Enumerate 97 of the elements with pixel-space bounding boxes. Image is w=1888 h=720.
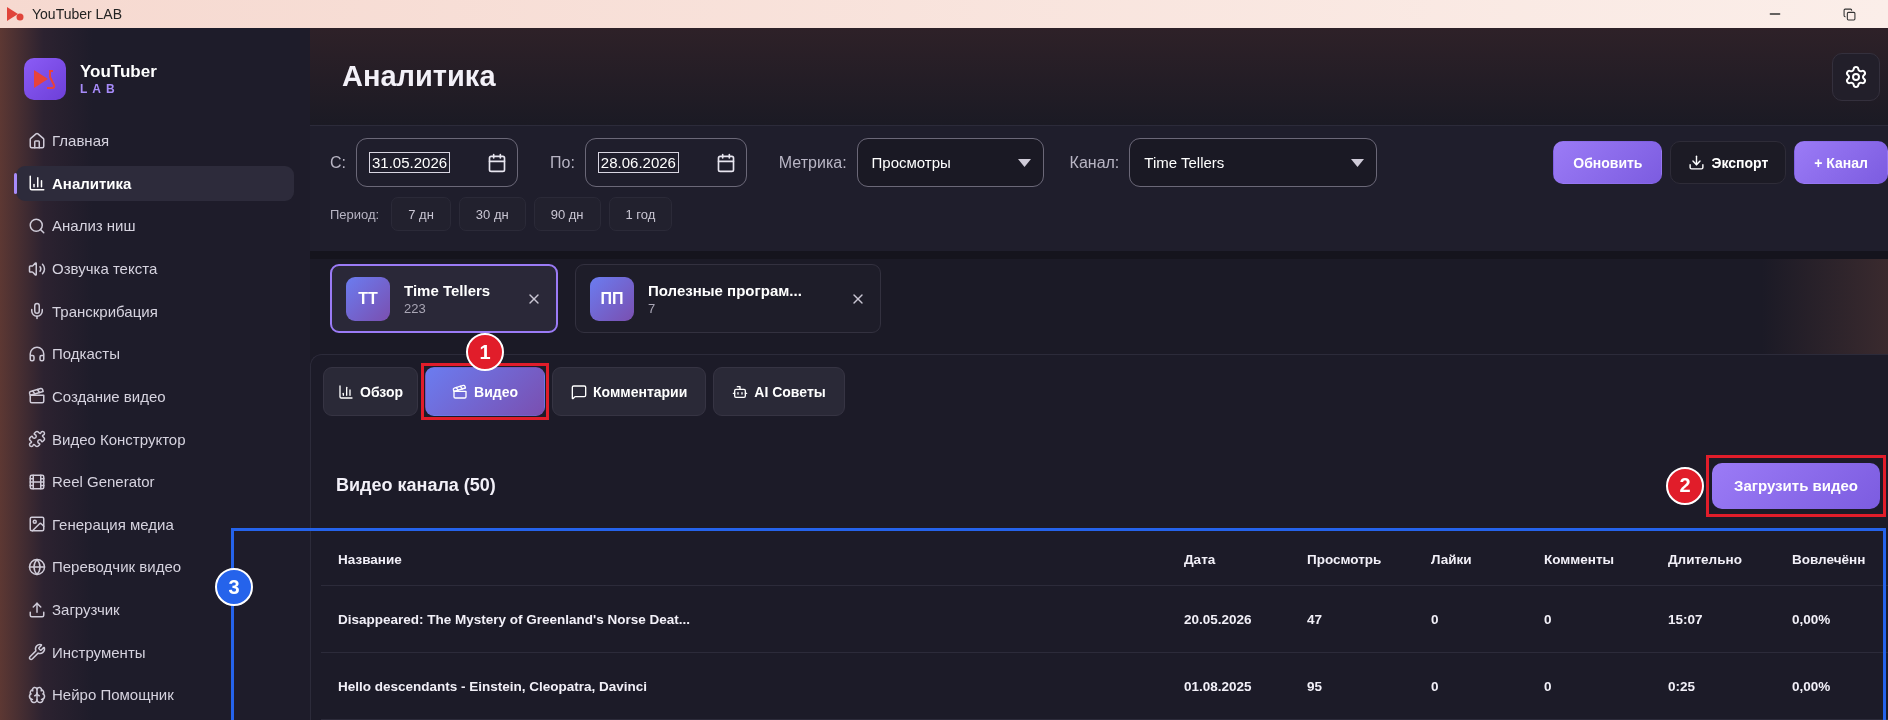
column-header[interactable]: Лайки: [1431, 552, 1544, 567]
sidebar-item[interactable]: Главная: [16, 123, 294, 158]
channel-count: 7: [648, 300, 657, 316]
channel-card[interactable]: TT Time Tellers 223: [330, 264, 558, 333]
field-label: Метрика:: [778, 153, 847, 172]
table-cell-text: 0,00%: [1792, 611, 1832, 627]
logo-name: YouTuber: [80, 61, 157, 82]
channel-card[interactable]: ПП Полезные програм... 7: [575, 264, 881, 333]
field-label: Канал:: [1069, 153, 1120, 172]
sidebar-item[interactable]: Подкасты: [16, 336, 294, 372]
sidebar-item[interactable]: Аналитика: [16, 165, 294, 201]
sidebar-item[interactable]: Анализ ниш: [16, 208, 294, 244]
column-header[interactable]: Комменты: [1544, 552, 1668, 567]
period-chip[interactable]: 7 дн: [391, 197, 451, 231]
table-cell-text: 95: [1307, 678, 1324, 694]
clapperboard-icon: [28, 387, 46, 406]
action-button[interactable]: Обновить: [1553, 141, 1663, 184]
app-logo-icon: [6, 6, 24, 22]
speaker-icon: [28, 259, 46, 278]
table-cell-text: 0: [1544, 678, 1553, 694]
table-cell-text: 20.05.2026: [1184, 611, 1253, 627]
section-title: Видео канала (50): [336, 475, 496, 496]
page-title: Аналитика: [342, 60, 496, 93]
tab[interactable]: Обзор: [323, 367, 419, 416]
puzzle-icon: [28, 430, 46, 448]
download-icon: [1688, 154, 1706, 171]
table-cell-text: 0: [1431, 678, 1440, 694]
field-label: По:: [550, 153, 575, 172]
channel-count: 223: [404, 300, 427, 316]
action-button[interactable]: + Канал: [1794, 141, 1888, 184]
period-chip[interactable]: 90 дн: [533, 197, 601, 231]
channel-name: Time Tellers: [404, 281, 492, 299]
date-field[interactable]: 31.05.2026: [356, 138, 518, 187]
column-header[interactable]: Название: [338, 552, 1184, 567]
robot-icon: [732, 383, 749, 400]
column-header[interactable]: Длительно: [1668, 552, 1792, 567]
channel-avatar: TT: [346, 276, 390, 321]
table-cell-text: 47: [1307, 611, 1324, 627]
brain-icon: [28, 685, 46, 704]
sidebar-item[interactable]: Нейро Помощник: [16, 677, 294, 713]
globe-icon: [28, 557, 46, 576]
logo-subtitle: LAB: [80, 81, 121, 96]
bar-chart-icon: [28, 174, 46, 193]
channel-name: Полезные програм...: [648, 281, 803, 299]
headphones-icon: [28, 344, 46, 363]
sidebar-item[interactable]: Видео Конструктор: [16, 421, 294, 457]
period-chip[interactable]: 1 год: [608, 197, 673, 231]
image-icon: [28, 515, 46, 534]
sidebar-item[interactable]: Создание видео: [16, 379, 294, 414]
bar-chart-icon: [338, 383, 354, 400]
period-chip[interactable]: 30 дн: [458, 197, 526, 231]
tab[interactable]: Видео: [425, 367, 546, 416]
table-cell-text: 0: [1431, 611, 1440, 627]
clapperboard-icon: [452, 383, 469, 400]
period-label: Период:: [330, 206, 380, 222]
microphone-icon: [28, 302, 46, 321]
settings-button[interactable]: [1832, 52, 1880, 101]
table-cell-text: Hello descendants - Einstein, Cleopatra, Davinci: [338, 678, 649, 694]
caret-icon: [1351, 158, 1365, 167]
sidebar-item[interactable]: Инструменты: [16, 634, 294, 670]
speech-bubble-icon: [571, 383, 588, 400]
table-cell-text: 0,00%: [1792, 678, 1832, 694]
film-icon: [28, 472, 46, 491]
settings-icon: [1844, 64, 1868, 89]
wrench-icon: [28, 643, 46, 662]
sidebar-item[interactable]: Транскрибация: [16, 293, 294, 329]
metric-select[interactable]: Просмотры: [856, 138, 1044, 187]
export-button[interactable]: Экспорт: [1670, 141, 1787, 184]
tab[interactable]: AI Советы: [713, 367, 845, 416]
sidebar-item[interactable]: Генерация медиа: [16, 506, 294, 542]
magnifier-icon: [28, 216, 46, 235]
field-label: С:: [330, 153, 346, 172]
sidebar-item[interactable]: Озвучка текста: [16, 251, 294, 286]
table-cell-text: 01.08.2025: [1184, 678, 1253, 694]
table-cell-text: Disappeared: The Mystery of Greenland's Norse Deat...: [338, 611, 692, 627]
callout-number: 2: [1666, 466, 1704, 505]
table-cell-text: 15:07: [1668, 611, 1704, 627]
column-header[interactable]: Просмотрь: [1307, 552, 1431, 567]
calendar-icon: [715, 152, 736, 173]
upload-video-button[interactable]: Загрузить видео: [1712, 462, 1880, 509]
channel-select[interactable]: Time Tellers: [1129, 138, 1378, 187]
sidebar-item[interactable]: Reel Generator: [16, 464, 294, 499]
caret-icon: [1017, 158, 1031, 167]
restore-icon[interactable]: [1843, 7, 1856, 21]
date-field[interactable]: 28.06.2026: [584, 138, 747, 187]
callout-number: 1: [466, 333, 505, 371]
column-header[interactable]: Вовлечённ: [1792, 552, 1888, 567]
logo-icon: [24, 57, 66, 100]
calendar-icon: [487, 152, 507, 173]
window-title: YouTuber LAB: [32, 6, 124, 22]
channel-avatar: ПП: [590, 276, 634, 321]
upload-icon: [28, 600, 46, 619]
table-cell-text: 0:25: [1668, 678, 1697, 694]
table-cell-text: 0: [1544, 611, 1553, 627]
column-header[interactable]: Дата: [1184, 552, 1307, 567]
house-icon: [28, 131, 46, 150]
tab[interactable]: Комментарии: [552, 367, 707, 416]
